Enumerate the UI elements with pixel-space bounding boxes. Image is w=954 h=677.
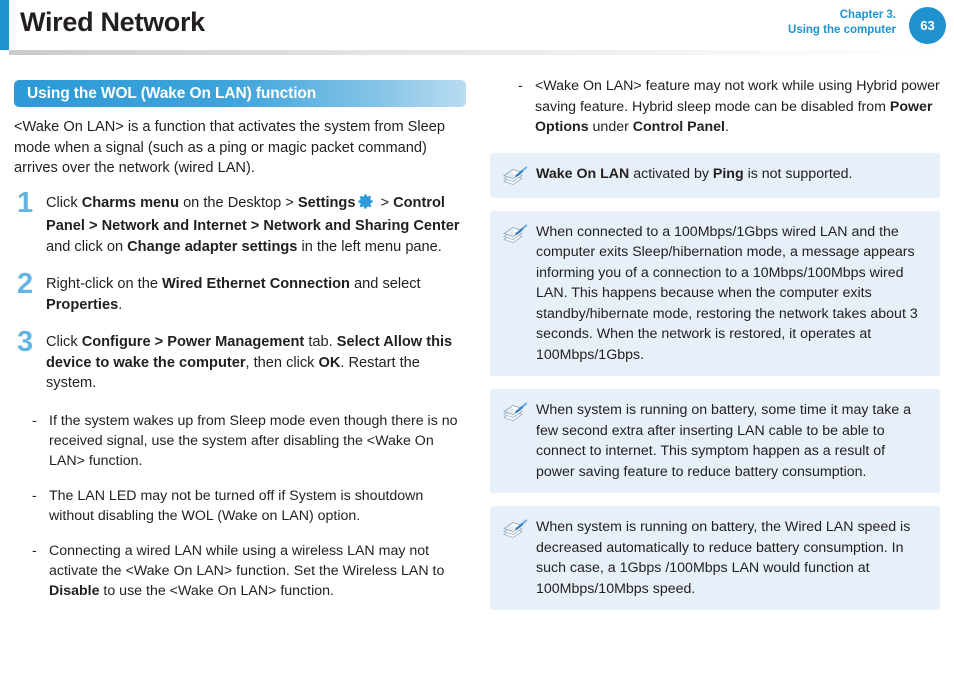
emphasis-text: Charms menu bbox=[81, 194, 180, 211]
step-number: 2 bbox=[17, 268, 34, 300]
page-number-badge: 63 bbox=[909, 7, 946, 44]
body-text: Right-click on the bbox=[46, 276, 162, 292]
step-number: 3 bbox=[17, 326, 34, 358]
body-text: When system is running on battery, some … bbox=[536, 402, 912, 480]
bullet-text: <Wake On LAN> feature may not work while… bbox=[535, 78, 940, 135]
note-boxes: Wake On LAN activated by Ping is not sup… bbox=[490, 152, 940, 610]
body-text: . bbox=[725, 119, 729, 135]
body-text: The LAN LED may not be turned off if Sys… bbox=[49, 487, 424, 524]
bullet-dash: - bbox=[32, 412, 37, 429]
right-column: - <Wake On LAN> feature may not work whil… bbox=[490, 76, 940, 610]
note-pencil-icon bbox=[502, 402, 528, 421]
body-text: > bbox=[376, 194, 394, 211]
chapter-line-1: Chapter 3. bbox=[839, 9, 896, 21]
body-text: in the left menu pane. bbox=[297, 238, 442, 255]
body-text: and select bbox=[349, 276, 421, 292]
note-pencil-icon bbox=[502, 165, 528, 185]
bullet-dash: - bbox=[32, 487, 37, 504]
note-box: When system is running on battery, the W… bbox=[490, 506, 940, 610]
bullet-item: - <Wake On LAN> feature may not work whil… bbox=[518, 76, 940, 138]
body-text: is not supported. bbox=[743, 165, 853, 182]
note-pencil-icon bbox=[502, 519, 528, 538]
body-text: tab. bbox=[304, 334, 337, 350]
body-text: When system is running on battery, the W… bbox=[536, 519, 911, 597]
body-text: to use the <Wake On LAN> function. bbox=[99, 582, 334, 599]
header-accent-bar bbox=[0, 0, 9, 50]
note-box: Wake On LAN activated by Ping is not sup… bbox=[490, 152, 940, 198]
step-text: Click Configure > Power Management tab. … bbox=[46, 332, 466, 394]
gear-icon bbox=[357, 193, 374, 217]
chapter-line-2: Using the computer bbox=[788, 24, 896, 36]
body-text: under bbox=[588, 119, 633, 135]
step-item: 3 Click Configure > Power Management tab.… bbox=[14, 328, 466, 394]
note-pencil-icon bbox=[502, 223, 528, 243]
bullet-item: - Connecting a wired LAN while using a wi… bbox=[32, 541, 466, 601]
section-heading-label: Using the WOL (Wake On LAN) function bbox=[27, 84, 317, 102]
body-text: , then click bbox=[245, 354, 319, 371]
note-text: When connected to a 100Mbps/1Gbps wired … bbox=[536, 222, 926, 366]
step-item: 2 Right-click on the Wired Ethernet Conne… bbox=[14, 270, 466, 315]
note-icon bbox=[502, 518, 528, 540]
emphasis-text: Properties bbox=[46, 296, 119, 313]
body-text: Connecting a wired LAN while using a wir… bbox=[49, 542, 445, 579]
chapter-label: Chapter 3. Using the computer bbox=[788, 8, 896, 38]
body-text: When connected to a 100Mbps/1Gbps wired … bbox=[536, 223, 918, 363]
emphasis-text: Control Panel bbox=[632, 119, 725, 135]
body-text: Click bbox=[46, 194, 82, 211]
bullet-dash: - bbox=[32, 542, 37, 559]
bullet-dash: - bbox=[518, 78, 523, 94]
note-text: When system is running on battery, some … bbox=[536, 400, 926, 482]
bullet-text: The LAN LED may not be turned off if Sys… bbox=[49, 488, 423, 524]
left-column: Using the WOL (Wake On LAN) function <Wa… bbox=[14, 80, 466, 616]
note-text: Wake On LAN activated by Ping is not sup… bbox=[536, 164, 926, 185]
emphasis-text: Wired Ethernet Connection bbox=[162, 276, 350, 292]
note-box: When connected to a 100Mbps/1Gbps wired … bbox=[490, 210, 940, 376]
step-text: Right-click on the Wired Ethernet Connec… bbox=[46, 274, 466, 315]
emphasis-text: Ping bbox=[712, 165, 744, 182]
right-bullet-list: - <Wake On LAN> feature may not work whil… bbox=[490, 76, 940, 138]
page-title: Wired Network bbox=[20, 7, 205, 37]
emphasis-text: Configure > Power Management bbox=[81, 334, 305, 350]
step-number: 1 bbox=[17, 186, 34, 219]
note-text: When system is running on battery, the W… bbox=[536, 517, 926, 599]
bullet-item: - If the system wakes up from Sleep mode … bbox=[32, 411, 466, 471]
bullet-text: Connecting a wired LAN while using a wir… bbox=[49, 543, 444, 599]
emphasis-text: Settings bbox=[297, 194, 356, 211]
numbered-steps-list: 1 Click Charms menu on the Desktop > Sett… bbox=[14, 188, 466, 394]
page-header: Wired Network Chapter 3. Using the compu… bbox=[0, 0, 954, 55]
body-text: <Wake On LAN> feature may not work while… bbox=[535, 78, 940, 115]
body-text: Click bbox=[46, 334, 82, 350]
header-divider bbox=[9, 50, 939, 55]
bullet-item: - The LAN LED may not be turned off if Sy… bbox=[32, 486, 466, 526]
section-heading-bar: Using the WOL (Wake On LAN) function bbox=[14, 80, 466, 107]
emphasis-text: Disable bbox=[49, 582, 100, 599]
step-text: Click Charms menu on the Desktop > Setti… bbox=[46, 193, 466, 258]
emphasis-text: Change adapter settings bbox=[127, 238, 298, 255]
body-text: If the system wakes up from Sleep mode e… bbox=[49, 412, 458, 469]
note-icon bbox=[502, 165, 528, 187]
left-bullet-list: - If the system wakes up from Sleep mode … bbox=[14, 411, 466, 601]
body-text: and click on bbox=[46, 238, 128, 255]
bullet-text: If the system wakes up from Sleep mode e… bbox=[49, 413, 458, 469]
body-text: activated by bbox=[629, 165, 713, 182]
note-icon bbox=[502, 223, 528, 245]
emphasis-text: Wake On LAN bbox=[536, 165, 630, 182]
body-text: . bbox=[118, 296, 123, 313]
intro-paragraph: <Wake On LAN> is a function that activat… bbox=[14, 119, 445, 176]
note-icon bbox=[502, 401, 528, 423]
body-text: on the Desktop > bbox=[179, 194, 298, 211]
step-item: 1 Click Charms menu on the Desktop > Sett… bbox=[14, 188, 466, 258]
note-box: When system is running on battery, some … bbox=[490, 389, 940, 493]
emphasis-text: OK bbox=[318, 354, 341, 371]
